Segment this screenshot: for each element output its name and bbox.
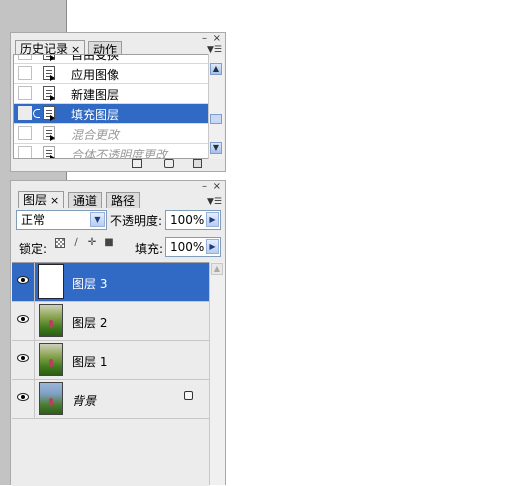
history-item[interactable]: 混合更改 (14, 124, 208, 144)
tab-channels[interactable]: 通道 (68, 192, 103, 208)
lock-icon (184, 391, 193, 400)
fill-value: 100% (170, 240, 205, 254)
lock-icon[interactable]: ■ (104, 238, 114, 248)
trash-icon[interactable] (193, 159, 202, 168)
history-item-label: 自由变换 (71, 54, 120, 62)
snapshot-checkbox[interactable] (18, 146, 32, 158)
snapshot-checkbox[interactable] (18, 66, 32, 80)
tab-layers[interactable]: 图层 × (18, 191, 65, 208)
panel-menu-icon[interactable]: ▼☰ (207, 197, 222, 207)
new-document-icon[interactable] (132, 159, 142, 168)
layers-list: 图层 3 图层 2 图层 1 背景 (12, 262, 209, 486)
tab-paths-label: 路径 (111, 194, 136, 208)
fill-label: 填充: (135, 242, 164, 256)
opacity-value: 100% (170, 213, 205, 227)
fill-field[interactable]: 100% ▶ (165, 237, 221, 257)
layer-row[interactable]: 图层 1 (12, 341, 209, 380)
column-divider (34, 263, 35, 301)
history-list: 自由变换 应用图像 新建图层 填充图层 混合更改 合体不透明度更改 (13, 54, 209, 159)
tab-channels-label: 通道 (73, 194, 98, 208)
history-state-icon (43, 106, 55, 121)
tab-layers-label: 图层 (23, 193, 48, 207)
layer-name: 背景 (72, 394, 97, 408)
history-scrollbar[interactable]: ▲ ▼ (208, 54, 224, 159)
close-icon[interactable]: × (213, 34, 221, 44)
chevron-right-icon[interactable]: ▶ (206, 239, 219, 254)
opacity-field[interactable]: 100% ▶ (165, 210, 221, 230)
snapshot-checkbox[interactable] (18, 106, 32, 120)
scroll-up-icon[interactable]: ▲ (211, 263, 223, 275)
history-item-label: 合体不透明度更改 (71, 148, 168, 159)
layer-name: 图层 2 (72, 316, 108, 330)
column-divider (34, 302, 35, 340)
layer-thumbnail (39, 304, 63, 337)
camera-icon[interactable] (164, 159, 174, 168)
column-divider (34, 380, 35, 418)
minimize-icon[interactable]: – (202, 182, 207, 192)
chevron-down-icon[interactable]: ▼ (90, 212, 105, 227)
history-item[interactable]: 合体不透明度更改 (14, 144, 208, 159)
layer-row-background[interactable]: 背景 (12, 380, 209, 419)
layers-scrollbar[interactable]: ▲ (209, 262, 225, 485)
history-item-label: 填充图层 (71, 108, 120, 122)
snapshot-checkbox[interactable] (18, 86, 32, 100)
layer-name: 图层 1 (72, 355, 108, 369)
eye-icon[interactable] (17, 393, 29, 401)
scroll-thumb[interactable] (210, 114, 222, 124)
opacity-label: 不透明度: (110, 214, 163, 228)
history-state-icon (43, 146, 55, 158)
scroll-up-icon[interactable]: ▲ (210, 63, 222, 75)
tab-close-icon[interactable]: × (50, 194, 59, 207)
layer-name: 图层 3 (72, 277, 108, 291)
history-item-selected[interactable]: 填充图层 (14, 104, 208, 124)
history-state-slider-icon[interactable] (33, 109, 40, 118)
history-state-icon (43, 126, 55, 141)
snapshot-checkbox[interactable] (18, 55, 32, 60)
layer-row-selected[interactable]: 图层 3 (12, 263, 209, 302)
history-item[interactable]: 应用图像 (14, 64, 208, 84)
lock-label: 锁定: (19, 242, 48, 256)
close-icon[interactable]: × (213, 182, 221, 192)
layer-thumbnail (39, 382, 63, 415)
layer-row[interactable]: 图层 2 (12, 302, 209, 341)
layer-thumbnail (39, 343, 63, 376)
eye-icon[interactable] (17, 354, 29, 362)
checkerboard-icon[interactable] (55, 238, 65, 248)
move-icon[interactable]: ✛ (87, 238, 97, 248)
history-item-label: 应用图像 (71, 68, 120, 82)
layer-thumbnail (38, 264, 64, 299)
history-state-icon (43, 66, 55, 81)
history-state-icon (43, 55, 55, 61)
eye-icon[interactable] (17, 315, 29, 323)
brush-icon[interactable]: ∕ (71, 238, 81, 248)
minimize-icon[interactable]: – (202, 34, 207, 44)
blend-mode-select[interactable]: 正常 ▼ (16, 210, 107, 230)
tab-paths[interactable]: 路径 (106, 192, 141, 208)
blend-mode-value: 正常 (21, 213, 46, 227)
snapshot-checkbox[interactable] (18, 126, 32, 140)
column-divider (34, 341, 35, 379)
scroll-down-icon[interactable]: ▼ (210, 142, 222, 154)
chevron-right-icon[interactable]: ▶ (206, 212, 219, 227)
history-item[interactable]: 自由变换 (14, 54, 208, 64)
history-item-label: 新建图层 (71, 88, 120, 102)
history-item-label: 混合更改 (71, 128, 120, 142)
eye-icon[interactable] (17, 276, 29, 284)
history-panel: – × 历史记录 × 动作 ▼☰ 自由变换 应用图像 新建图层 填充图层 混合更… (10, 32, 226, 172)
history-state-icon (43, 86, 55, 101)
history-item[interactable]: 新建图层 (14, 84, 208, 104)
